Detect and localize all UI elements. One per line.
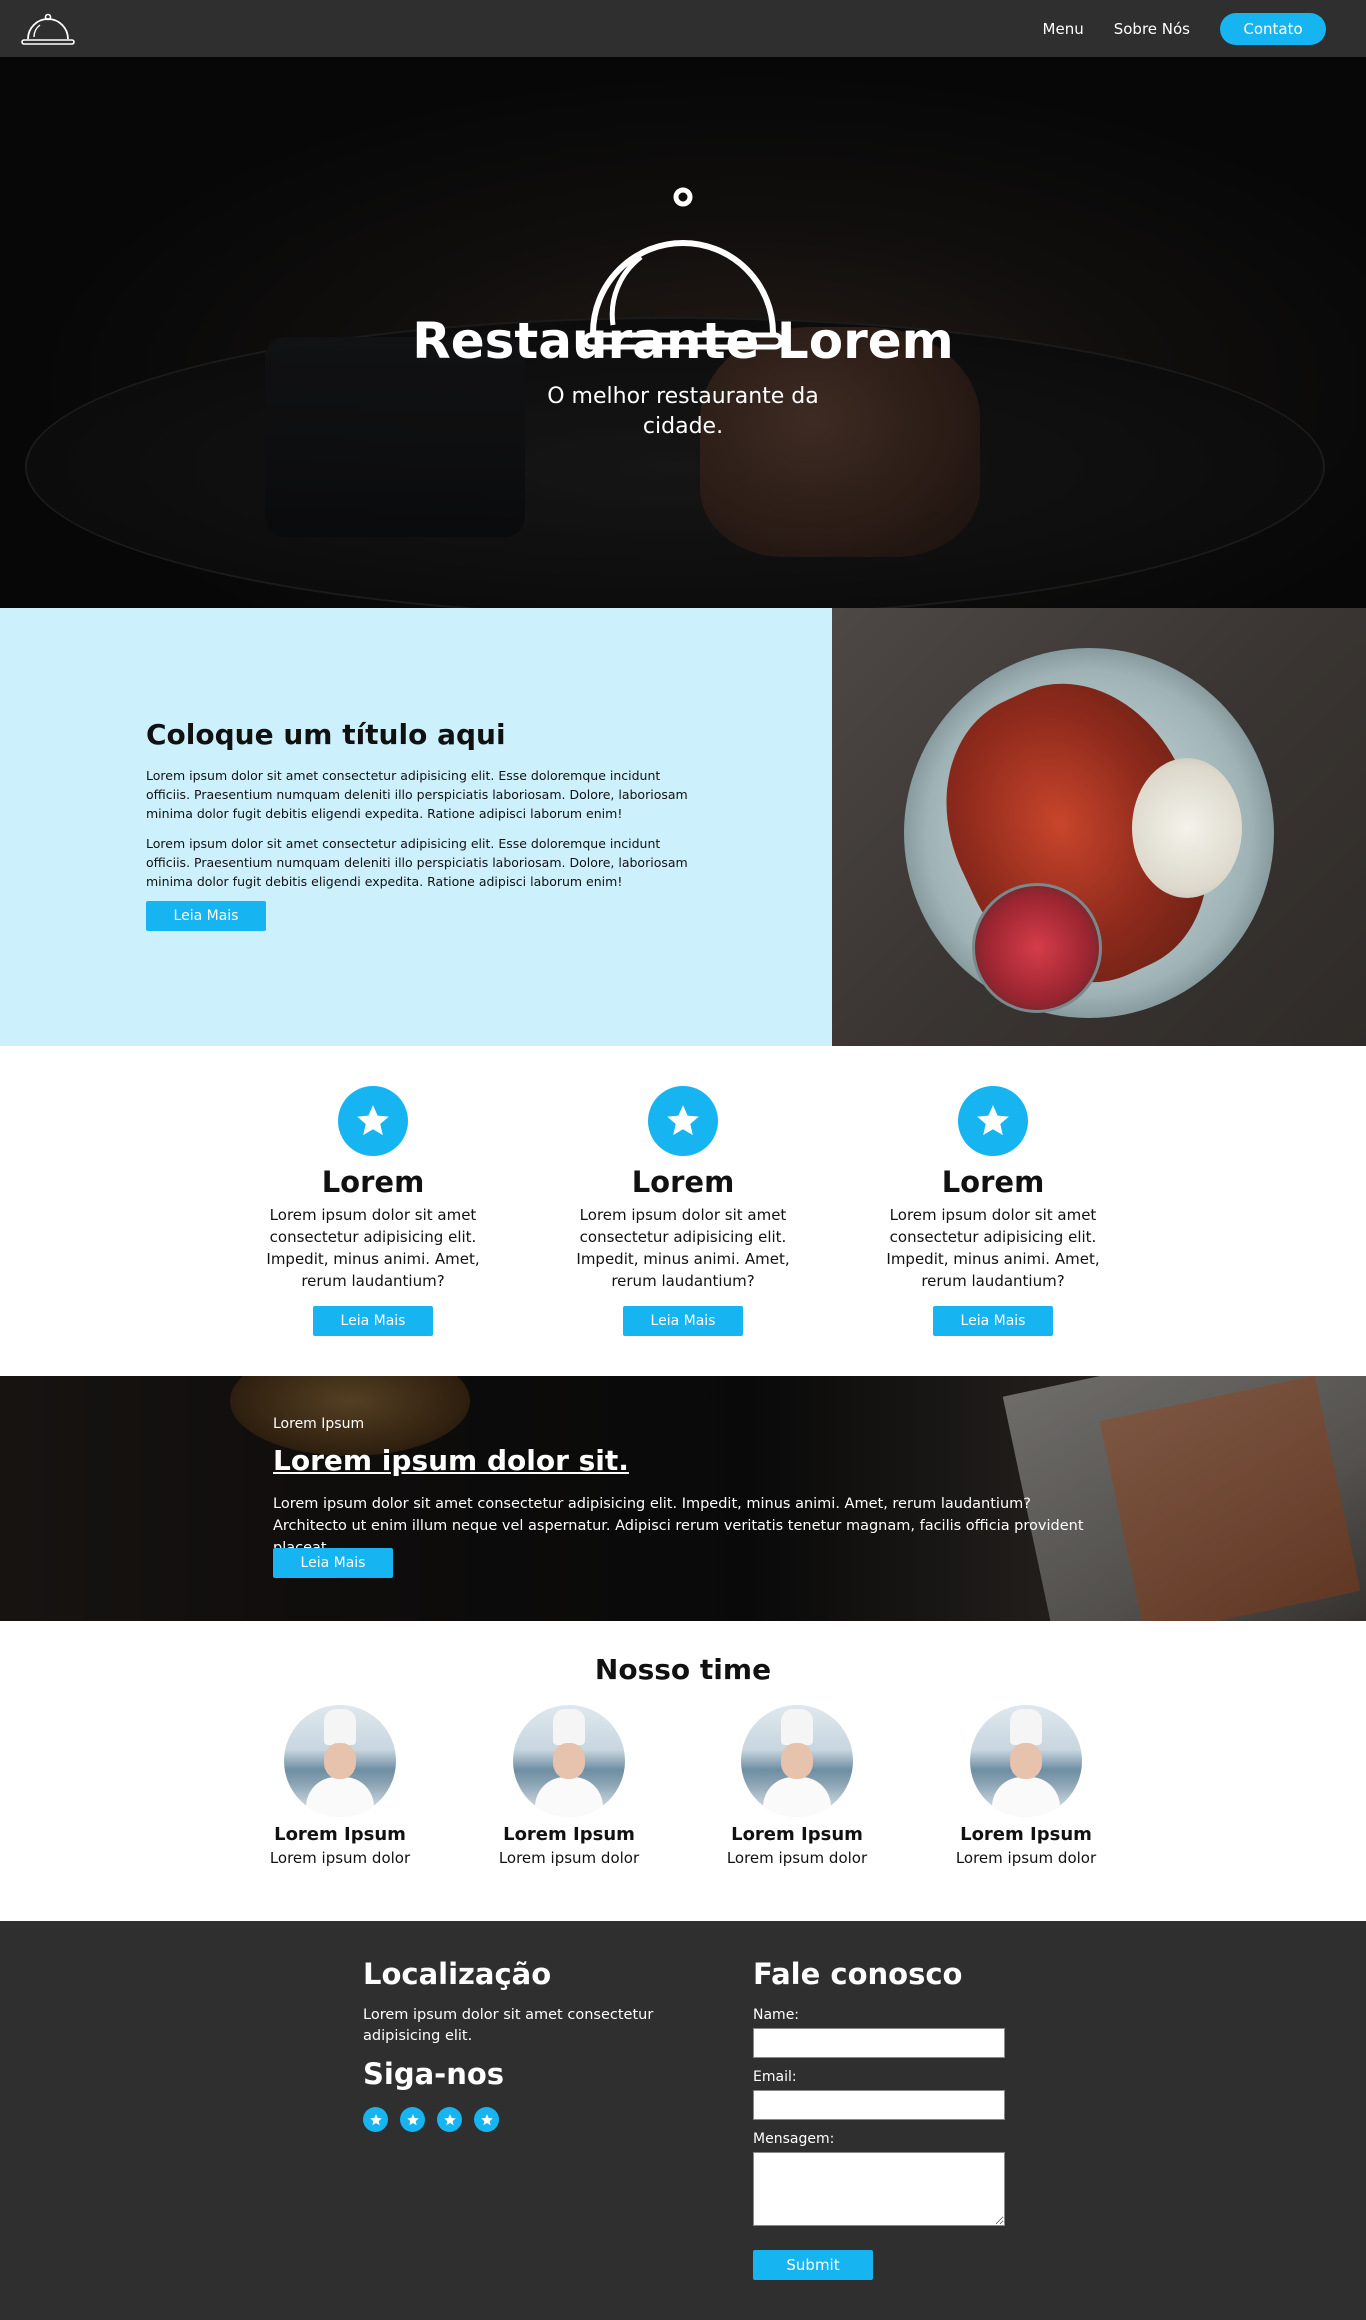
feature-card: Lorem Lorem ipsum dolor sit amet consect… xyxy=(573,1086,793,1336)
member-name: Lorem Ipsum xyxy=(274,1824,406,1845)
team-section: Nosso time Lorem Ipsum Lorem ipsum dolor… xyxy=(0,1621,1366,1921)
features-section: Lorem Lorem ipsum dolor sit amet consect… xyxy=(0,1046,1366,1376)
banner-eyebrow: Lorem Ipsum xyxy=(273,1416,365,1432)
contact-title: Fale conosco xyxy=(753,1957,963,1991)
feature-title: Lorem xyxy=(631,1165,735,1199)
email-field[interactable] xyxy=(753,2090,1005,2120)
star-icon[interactable] xyxy=(363,2107,388,2132)
read-more-button[interactable]: Leia Mais xyxy=(313,1306,433,1336)
food-rice xyxy=(1132,758,1242,898)
member-role: Lorem ipsum dolor xyxy=(726,1849,868,1867)
about-paragraph: Lorem ipsum dolor sit amet consectetur a… xyxy=(146,768,688,821)
star-icon xyxy=(338,1086,408,1156)
read-more-button[interactable]: Leia Mais xyxy=(146,901,266,931)
about-text-panel: Coloque um título aqui Lorem ipsum dolor… xyxy=(0,608,832,1046)
star-icon[interactable] xyxy=(474,2107,499,2132)
hero-subtitle: O melhor restaurante da cidade. xyxy=(547,384,819,439)
about-title: Coloque um título aqui xyxy=(146,718,506,751)
food-salsa-bowl xyxy=(972,883,1102,1013)
nav-link-menu[interactable]: Menu xyxy=(1043,20,1084,38)
food-photo xyxy=(832,608,1366,1046)
team-member: Lorem Ipsum Lorem ipsum dolor xyxy=(697,1705,897,1869)
cloche-icon[interactable] xyxy=(20,11,76,47)
name-field[interactable] xyxy=(753,2028,1005,2058)
follow-title: Siga-nos xyxy=(363,2057,505,2091)
navbar: Menu Sobre Nós Contato xyxy=(0,0,1366,57)
hero-title: Restaurante Lorem xyxy=(412,312,954,370)
star-icon xyxy=(648,1086,718,1156)
feature-card: Lorem Lorem ipsum dolor sit amet consect… xyxy=(883,1086,1103,1336)
banner-title-link[interactable]: Lorem ipsum dolor sit. xyxy=(273,1444,629,1477)
star-icon[interactable] xyxy=(437,2107,462,2132)
avatar xyxy=(513,1705,625,1817)
hero-section: Restaurante Lorem O melhor restaurante d… xyxy=(0,57,1366,608)
member-name: Lorem Ipsum xyxy=(503,1824,635,1845)
read-more-button[interactable]: Leia Mais xyxy=(273,1548,393,1578)
member-name: Lorem Ipsum xyxy=(731,1824,863,1845)
banner-section: Lorem Ipsum Lorem ipsum dolor sit. Lorem… xyxy=(0,1376,1366,1621)
member-role: Lorem ipsum dolor xyxy=(498,1849,640,1867)
feature-title: Lorem xyxy=(941,1165,1045,1199)
star-icon[interactable] xyxy=(400,2107,425,2132)
location-text: Lorem ipsum dolor sit amet consectetur a… xyxy=(363,2007,654,2044)
message-field[interactable] xyxy=(753,2152,1005,2226)
message-label: Mensagem: xyxy=(753,2131,835,2147)
feature-text: Lorem ipsum dolor sit amet consectetur a… xyxy=(576,1206,790,1290)
social-links xyxy=(363,2107,499,2132)
feature-text: Lorem ipsum dolor sit amet consectetur a… xyxy=(266,1206,480,1290)
name-label: Name: xyxy=(753,2007,800,2023)
footer: Localização Lorem ipsum dolor sit amet c… xyxy=(0,1921,1366,2320)
feature-title: Lorem xyxy=(321,1165,425,1199)
team-member: Lorem Ipsum Lorem ipsum dolor xyxy=(469,1705,669,1869)
feature-card: Lorem Lorem ipsum dolor sit amet consect… xyxy=(263,1086,483,1336)
member-role: Lorem ipsum dolor xyxy=(269,1849,411,1867)
nav-link-sobre-nos[interactable]: Sobre Nós xyxy=(1114,20,1190,38)
member-role: Lorem ipsum dolor xyxy=(955,1849,1097,1867)
read-more-button[interactable]: Leia Mais xyxy=(623,1306,743,1336)
avatar xyxy=(284,1705,396,1817)
team-member: Lorem Ipsum Lorem ipsum dolor xyxy=(926,1705,1126,1869)
team-title: Nosso time xyxy=(594,1653,772,1686)
banner-text: Lorem ipsum dolor sit amet consectetur a… xyxy=(273,1496,1084,1556)
location-title: Localização xyxy=(363,1957,552,1991)
avatar xyxy=(741,1705,853,1817)
about-paragraph: Lorem ipsum dolor sit amet consectetur a… xyxy=(146,836,688,889)
read-more-button[interactable]: Leia Mais xyxy=(933,1306,1053,1336)
email-label: Email: xyxy=(753,2069,797,2085)
contact-button[interactable]: Contato xyxy=(1220,12,1326,45)
about-section: Coloque um título aqui Lorem ipsum dolor… xyxy=(0,608,1366,1046)
team-member: Lorem Ipsum Lorem ipsum dolor xyxy=(240,1705,440,1869)
feature-text: Lorem ipsum dolor sit amet consectetur a… xyxy=(886,1206,1100,1290)
nav-links: Menu Sobre Nós Contato xyxy=(1043,12,1346,45)
submit-button[interactable]: Submit xyxy=(753,2250,873,2280)
member-name: Lorem Ipsum xyxy=(960,1824,1092,1845)
avatar xyxy=(970,1705,1082,1817)
star-icon xyxy=(958,1086,1028,1156)
